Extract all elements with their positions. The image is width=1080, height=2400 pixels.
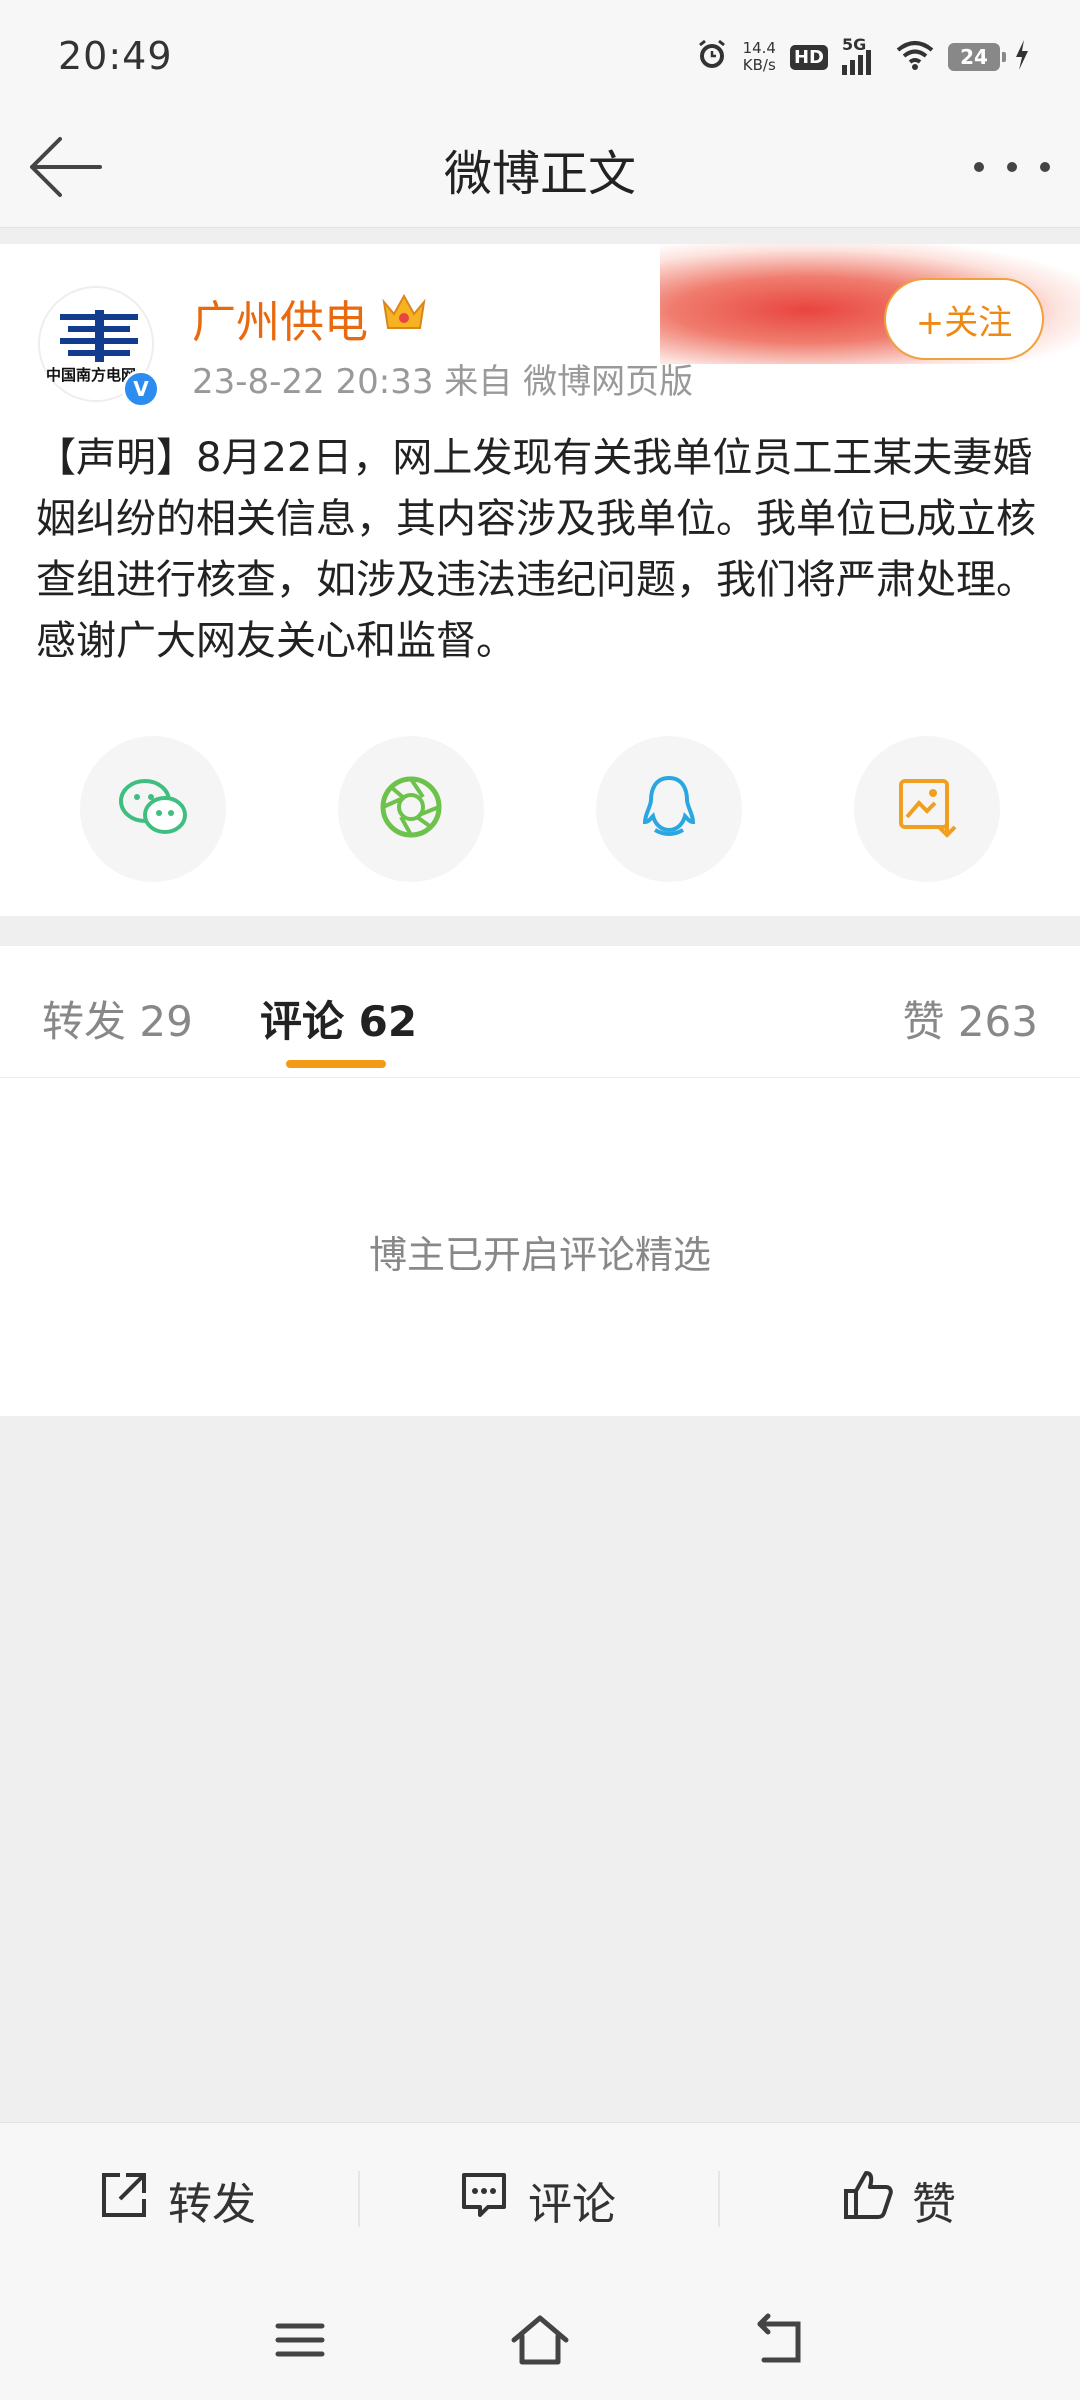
comments-area: 博主已开启评论精选 [0,1078,1080,1416]
comment-label: 评论 [528,2179,616,2230]
post-meta: 23-8-22 20:33 来自 微博网页版 [192,362,694,402]
like-button[interactable]: 赞 [842,2169,956,2231]
network-speed: 14.4 KB/s [743,40,776,74]
nav-bar: 微博正文 [0,110,1080,228]
tab-repost[interactable]: 转发 29 [42,988,193,1049]
thumbs-up-icon [842,2169,894,2232]
active-tab-indicator [286,1060,386,1068]
username[interactable]: 广州供电 [192,286,368,350]
avatar[interactable]: 中国南方电网 V [38,286,160,408]
tab-likes[interactable]: 赞 263 [902,988,1038,1049]
company-logo-icon [60,310,138,362]
alarm-icon [695,38,729,76]
back-icon[interactable] [750,2310,810,2370]
bottom-toolbar: 转发 评论 赞 [0,2122,1080,2280]
repost-button[interactable]: 转发 [98,2169,256,2231]
verified-badge: V [122,370,160,408]
moments-icon [379,775,443,843]
crown-icon [380,290,428,334]
home-icon[interactable] [510,2310,570,2370]
network-type: 5G [842,35,867,54]
toolbar-divider [358,2171,360,2227]
like-label: 赞 [912,2179,956,2230]
network-speed-unit: KB/s [742,56,776,74]
share-moments-button[interactable] [338,736,484,882]
wechat-icon [117,775,189,843]
tab-comments[interactable]: 评论 62 [260,988,417,1049]
system-nav-bar [0,2280,1080,2400]
post-text: 【声明】8月22日，网上发现有关我单位员工王某夫妻婚姻纠纷的相关信息，其内容涉及… [36,435,1036,664]
comments-note: 博主已开启评论精选 [368,1233,711,1277]
qq-icon [639,774,699,844]
status-time: 20:49 [58,34,173,78]
menu-icon[interactable] [270,2310,330,2370]
status-bar: 20:49 14.4 KB/s HD 5G 24 [0,0,1080,110]
comment-icon [458,2169,510,2232]
save-image-button[interactable] [854,736,1000,882]
wifi-icon [896,40,934,74]
hd-icon: HD [789,44,828,70]
more-icon[interactable] [974,152,1050,182]
follow-button[interactable]: +关注 [884,278,1044,360]
share-row [80,736,1000,882]
page-title: 微博正文 [443,146,636,202]
charging-icon [1014,40,1030,74]
share-wechat-button[interactable] [80,736,226,882]
signal-icon: 5G [842,35,882,75]
battery-icon: 24 [948,43,1006,71]
network-speed-value: 14.4 [742,39,776,57]
status-icons: 14.4 KB/s HD 5G 24 [695,32,1030,82]
share-icon [98,2169,150,2232]
save-image-icon [895,775,959,843]
toolbar-divider [718,2171,720,2227]
repost-label: 转发 [168,2179,256,2230]
comment-button[interactable]: 评论 [458,2169,616,2231]
share-qq-button[interactable] [596,736,742,882]
post-tabs: 转发 29 评论 62 赞 263 [0,946,1080,1078]
post-card: 中国南方电网 V 广州供电 23-8-22 20:33 来自 微博网页版 +关注… [0,244,1080,916]
